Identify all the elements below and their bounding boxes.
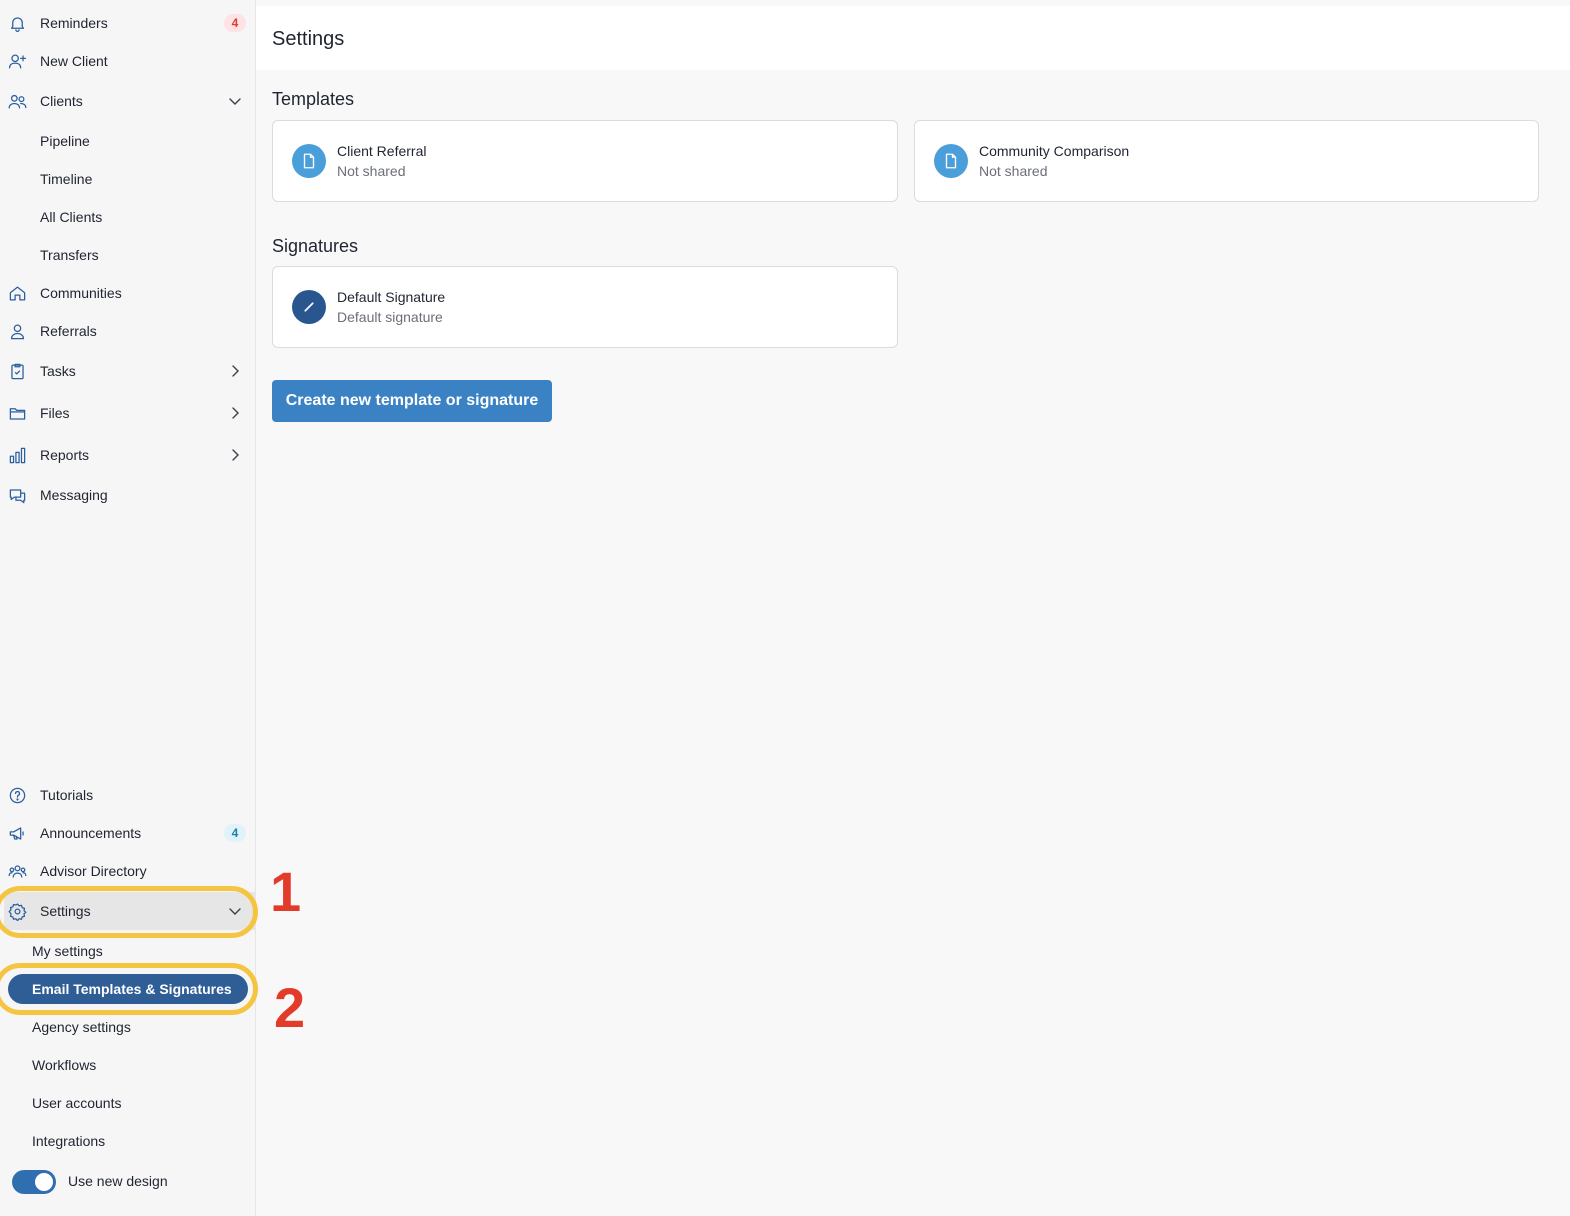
sidebar-item-user-accounts[interactable]: User accounts bbox=[0, 1086, 256, 1120]
chevron-right-icon[interactable] bbox=[228, 448, 242, 462]
template-status: Not shared bbox=[337, 163, 406, 179]
sidebar-item-label: Tutorials bbox=[40, 787, 94, 803]
sidebar-item-announcements[interactable]: Announcements 4 bbox=[0, 816, 256, 850]
sidebar-item-timeline[interactable]: Timeline bbox=[0, 162, 256, 196]
sidebar-item-tutorials[interactable]: Tutorials bbox=[0, 778, 256, 812]
announcements-badge: 4 bbox=[224, 824, 246, 842]
sidebar-item-workflows[interactable]: Workflows bbox=[0, 1048, 256, 1082]
sidebar-item-label: Reports bbox=[40, 447, 90, 463]
chevron-down-icon[interactable] bbox=[228, 904, 242, 918]
sidebar-item-referrals[interactable]: Referrals bbox=[0, 314, 256, 348]
sidebar-item-reports[interactable]: Reports bbox=[0, 438, 256, 472]
sidebar-item-new-client[interactable]: New Client bbox=[0, 44, 256, 78]
sidebar-item-email-templates[interactable]: Email Templates & Signatures bbox=[0, 972, 256, 1006]
sidebar-item-label: New Client bbox=[40, 53, 108, 69]
document-icon bbox=[292, 144, 326, 178]
sidebar-item-label: Settings bbox=[40, 903, 91, 919]
chevron-right-icon[interactable] bbox=[228, 406, 242, 420]
bell-icon bbox=[8, 14, 27, 33]
template-title: Client Referral bbox=[337, 143, 427, 159]
page-header: Settings bbox=[256, 6, 1570, 70]
signature-status: Default signature bbox=[337, 309, 443, 325]
sidebar-item-tasks[interactable]: Tasks bbox=[0, 354, 256, 388]
pencil-icon bbox=[292, 290, 326, 324]
sidebar-item-reminders[interactable]: Reminders 4 bbox=[0, 6, 256, 40]
sidebar-item-label: Communities bbox=[40, 285, 122, 301]
sidebar-item-transfers[interactable]: Transfers bbox=[0, 238, 256, 272]
sidebar-item-label: Tasks bbox=[40, 363, 76, 379]
chevron-down-icon[interactable] bbox=[228, 94, 242, 108]
document-icon bbox=[934, 144, 968, 178]
gear-icon bbox=[8, 902, 27, 921]
reminders-badge: 4 bbox=[224, 14, 246, 32]
sidebar-item-label: All Clients bbox=[40, 209, 103, 225]
page-title: Settings bbox=[272, 28, 345, 50]
megaphone-icon bbox=[8, 824, 27, 843]
users-icon bbox=[8, 92, 27, 111]
sidebar-item-clients[interactable]: Clients bbox=[0, 84, 256, 118]
clipboard-icon bbox=[8, 362, 27, 381]
sidebar-item-label: Advisor Directory bbox=[40, 863, 147, 879]
sidebar-item-label: Workflows bbox=[32, 1057, 97, 1073]
sidebar-item-label: Files bbox=[40, 405, 70, 421]
sidebar-item-label: Reminders bbox=[40, 15, 108, 31]
templates-heading: Templates bbox=[272, 89, 355, 109]
new-design-toggle[interactable] bbox=[12, 1170, 56, 1194]
sidebar-item-agency-settings[interactable]: Agency settings bbox=[0, 1010, 256, 1044]
sidebar-item-label: Announcements bbox=[40, 825, 142, 841]
home-icon bbox=[8, 284, 27, 303]
sidebar-item-label: Integrations bbox=[32, 1133, 106, 1149]
sidebar-item-my-settings[interactable]: My settings bbox=[0, 934, 256, 968]
sidebar-item-label: Email Templates & Signatures bbox=[32, 981, 232, 997]
sidebar-item-advisor-directory[interactable]: Advisor Directory bbox=[0, 854, 256, 888]
user-plus-icon bbox=[8, 52, 27, 71]
template-status: Not shared bbox=[979, 163, 1048, 179]
sidebar-item-label: Referrals bbox=[40, 323, 97, 339]
create-template-button[interactable]: Create new template or signature bbox=[272, 380, 552, 422]
toggle-knob bbox=[35, 1173, 53, 1191]
bar-chart-icon bbox=[8, 446, 27, 465]
template-title: Community Comparison bbox=[979, 143, 1130, 159]
sidebar-item-label: Messaging bbox=[40, 487, 108, 503]
sidebar-item-label: Clients bbox=[40, 93, 83, 109]
template-card-community-comparison[interactable]: Community Comparison Not shared bbox=[914, 120, 1539, 202]
new-design-toggle-label: Use new design bbox=[68, 1173, 168, 1189]
sidebar: Reminders 4 New Client Clients Pipeline … bbox=[0, 0, 256, 1216]
annotation-number-1: 1 bbox=[270, 860, 302, 923]
sidebar-item-integrations[interactable]: Integrations bbox=[0, 1124, 256, 1158]
signature-title: Default Signature bbox=[337, 289, 446, 305]
sidebar-item-all-clients[interactable]: All Clients bbox=[0, 200, 256, 234]
template-card-client-referral[interactable]: Client Referral Not shared bbox=[272, 120, 898, 202]
help-circle-icon bbox=[8, 786, 27, 805]
group-icon bbox=[8, 862, 27, 881]
chat-icon bbox=[8, 486, 27, 505]
sidebar-item-communities[interactable]: Communities bbox=[0, 276, 256, 310]
sidebar-item-messaging[interactable]: Messaging bbox=[0, 478, 256, 512]
sidebar-item-label: Pipeline bbox=[40, 133, 90, 149]
signature-card-default[interactable]: Default Signature Default signature bbox=[272, 266, 898, 348]
signatures-heading: Signatures bbox=[272, 236, 359, 256]
sidebar-item-label: Agency settings bbox=[32, 1019, 131, 1035]
sidebar-item-label: My settings bbox=[32, 943, 103, 959]
sidebar-item-pipeline[interactable]: Pipeline bbox=[0, 124, 256, 158]
user-icon bbox=[8, 322, 27, 341]
annotation-number-2: 2 bbox=[274, 976, 306, 1039]
sidebar-item-label: Transfers bbox=[40, 247, 99, 263]
sidebar-item-label: User accounts bbox=[32, 1095, 122, 1111]
sidebar-item-files[interactable]: Files bbox=[0, 396, 256, 430]
sidebar-item-label: Timeline bbox=[40, 171, 93, 187]
folder-icon bbox=[8, 404, 27, 423]
sidebar-item-settings[interactable]: Settings bbox=[0, 894, 256, 928]
chevron-right-icon[interactable] bbox=[228, 364, 242, 378]
